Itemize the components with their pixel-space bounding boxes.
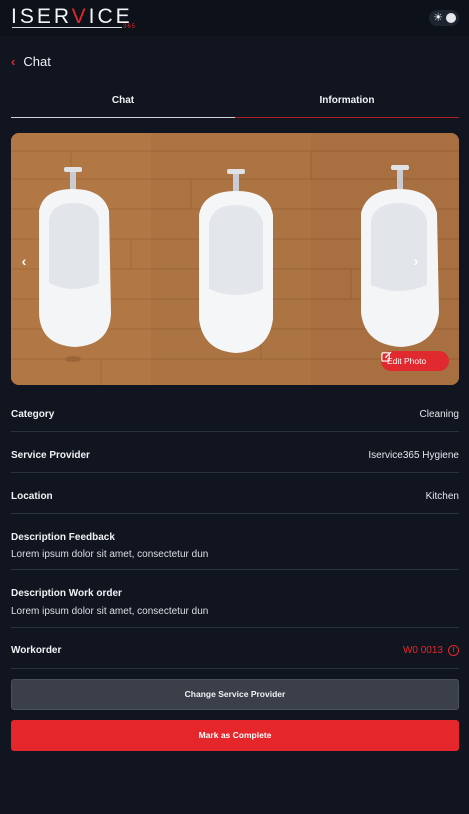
workorder-row: Workorder W0 0013 ! [11, 638, 459, 669]
service-provider-value: Iservice365 Hygiene [368, 450, 459, 461]
location-value: Kitchen [425, 491, 459, 502]
edit-photo-label: Edit Photo [387, 355, 427, 366]
logo-sub: 365 [123, 24, 137, 30]
location-label: Location [11, 491, 53, 502]
workorder-link[interactable]: W0 0013 [403, 644, 443, 657]
logo: ISERVICE 365 [11, 5, 135, 31]
back-label: Chat [23, 54, 51, 69]
top-bar: ISERVICE 365 ☀ [0, 0, 469, 36]
info-icon[interactable]: ! [448, 645, 459, 656]
service-provider-label: Service Provider [11, 450, 90, 461]
chevron-left-icon: ‹ [21, 253, 27, 269]
description-work-order-label: Description Work order [11, 588, 122, 599]
page: ISERVICE 365 ☀ ‹ Chat Chat Information ‹… [0, 0, 469, 814]
tab-chat[interactable]: Chat [11, 90, 235, 118]
description-feedback-label: Description Feedback [11, 532, 115, 543]
toggle-knob [446, 13, 456, 23]
location-row: Location Kitchen [11, 483, 459, 514]
back-button[interactable]: ‹ Chat [11, 52, 51, 72]
carousel-next-button[interactable]: › [406, 251, 426, 271]
photo-carousel: ‹ › Edit Photo [11, 133, 459, 385]
edit-icon [381, 351, 392, 362]
workorder-value: W0 0013 ! [403, 644, 459, 657]
sun-icon: ☀ [433, 12, 443, 24]
description-feedback-text: Lorem ipsum dolor sit amet, consectetur … [11, 549, 209, 560]
chevron-left-icon: ‹ [11, 54, 16, 69]
urinals-photo [11, 133, 459, 385]
logo-underline [12, 27, 122, 28]
category-label: Category [11, 409, 55, 420]
description-work-order-row: Description Work order Lorem ipsum dolor… [11, 581, 459, 628]
category-row: Category Cleaning [11, 401, 459, 432]
category-value: Cleaning [419, 409, 459, 420]
carousel-prev-button[interactable]: ‹ [14, 251, 34, 271]
chevron-right-icon: › [413, 253, 419, 269]
change-service-provider-button[interactable]: Change Service Provider [11, 679, 459, 710]
workorder-label: Workorder [11, 645, 62, 656]
theme-toggle[interactable]: ☀ [429, 10, 459, 26]
service-provider-row: Service Provider Iservice365 Hygiene [11, 442, 459, 473]
mark-as-complete-button[interactable]: Mark as Complete [11, 720, 459, 751]
description-feedback-row: Description Feedback Lorem ipsum dolor s… [11, 524, 459, 570]
logo-text: ISERVICE [11, 5, 133, 28]
description-work-order-text: Lorem ipsum dolor sit amet, consectetur … [11, 606, 209, 617]
edit-photo-button[interactable]: Edit Photo [381, 351, 449, 371]
tab-information[interactable]: Information [235, 90, 459, 118]
